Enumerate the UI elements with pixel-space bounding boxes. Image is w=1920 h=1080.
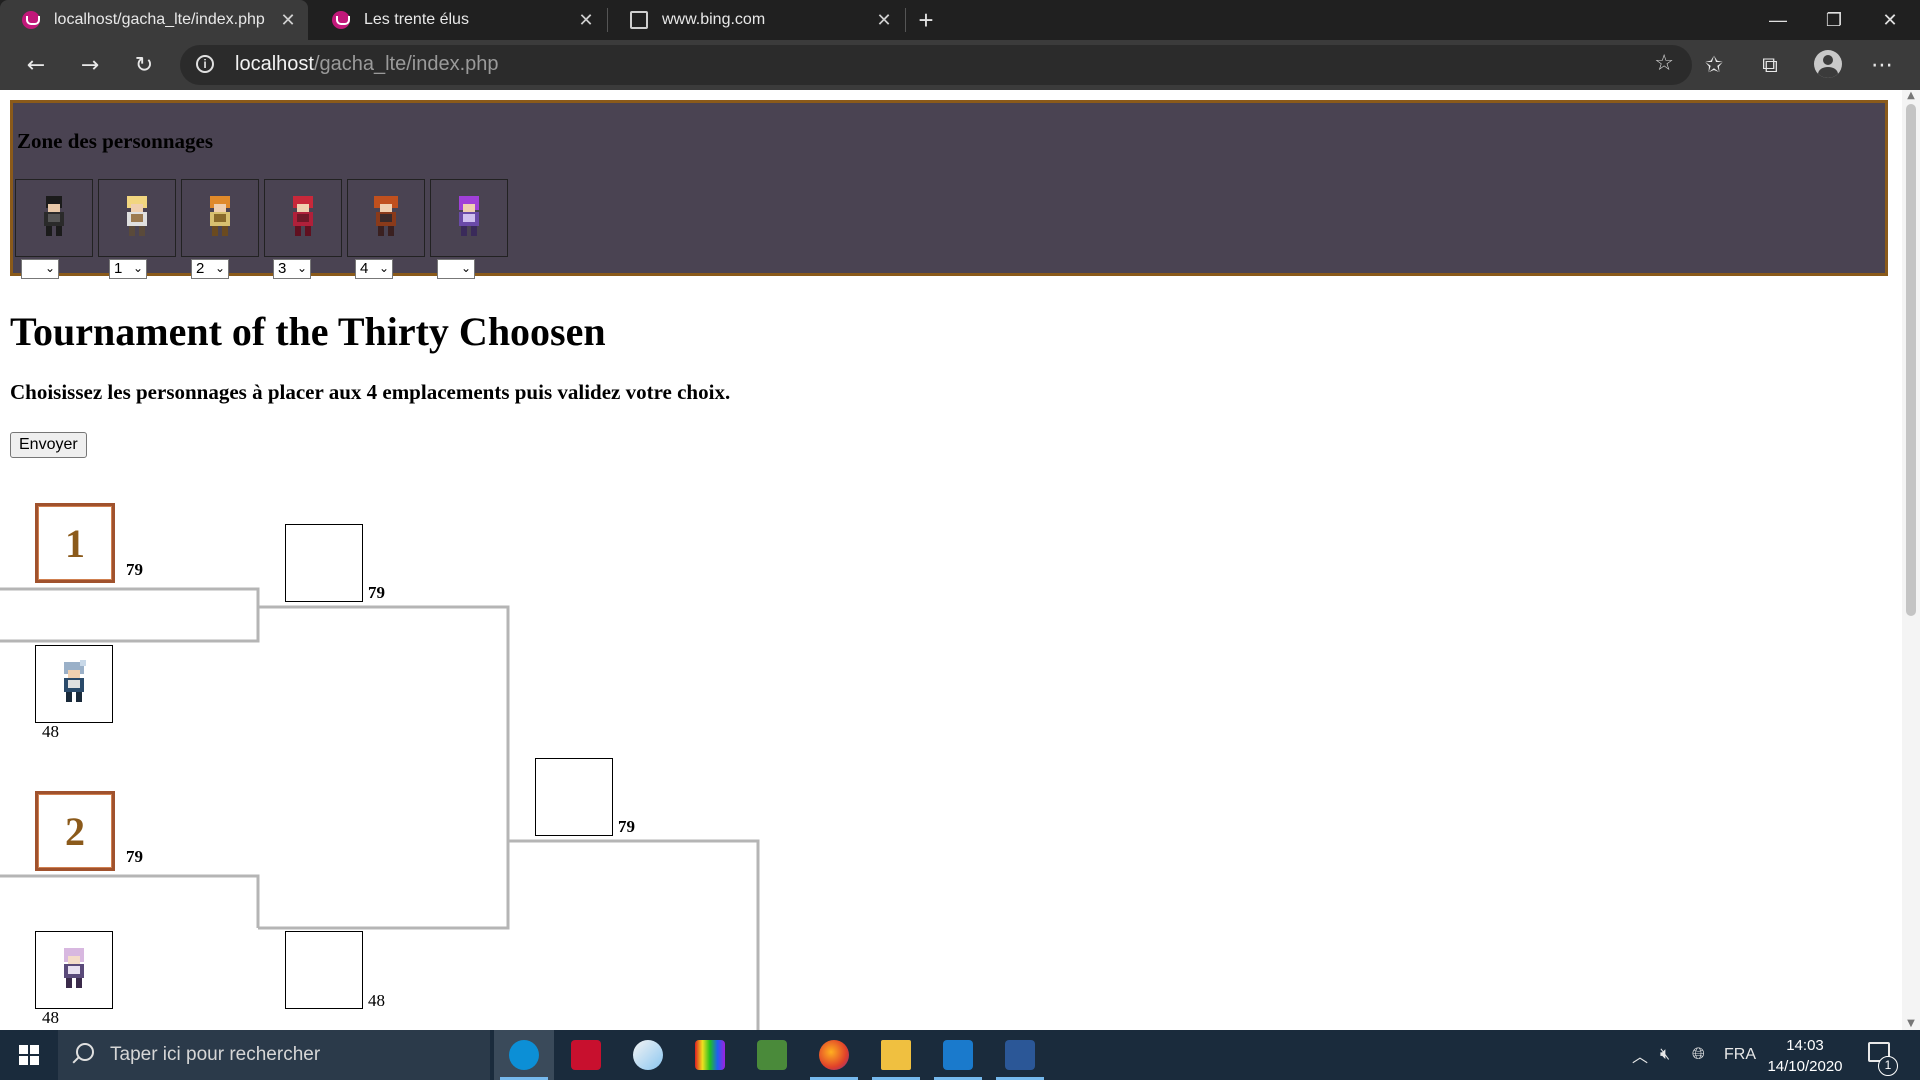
minimize-icon[interactable]: — xyxy=(1750,0,1806,40)
new-tab-plus-icon[interactable]: + xyxy=(914,0,938,40)
taskbar-file-explorer[interactable] xyxy=(866,1030,926,1080)
round3-slot-1[interactable] xyxy=(535,758,613,836)
show-hidden-icons-chevron-up-icon[interactable]: ︿ xyxy=(1632,1030,1648,1080)
round2-slot-1-score: 79 xyxy=(368,583,385,602)
opponent-2-score: 48 xyxy=(42,1008,59,1027)
folder-icon xyxy=(881,1040,911,1070)
restore-icon[interactable]: ❐ xyxy=(1806,0,1862,40)
tab-bar: localhost/gacha_lte/index.php ✕ Les tren… xyxy=(0,0,1920,40)
tab-gacha-index[interactable]: localhost/gacha_lte/index.php ✕ xyxy=(0,0,308,40)
tab-divider xyxy=(905,8,906,32)
page-viewport: Zone des personnages ⌄ 1 ⌄ 2 ⌄ 3 ⌄ 4 ⌄ ⌄… xyxy=(0,90,1902,1030)
edge-icon xyxy=(509,1040,539,1070)
site-favicon-icon xyxy=(332,11,350,29)
window-close-icon[interactable]: ✕ xyxy=(1862,0,1918,40)
site-info-icon[interactable]: i xyxy=(196,55,214,73)
opponent-1-portrait[interactable] xyxy=(35,645,113,723)
taskbar-search-box[interactable]: Taper ici pour rechercher xyxy=(58,1030,490,1080)
close-icon[interactable]: ✕ xyxy=(874,10,894,31)
input-language[interactable]: FRA xyxy=(1724,1030,1756,1080)
character-sprite-silver-ninja xyxy=(64,660,86,702)
back-arrow-icon[interactable]: ← xyxy=(16,40,56,90)
address-url[interactable]: localhost/gacha_lte/index.php xyxy=(235,53,499,76)
bracket-line-final xyxy=(508,839,760,1030)
search-icon xyxy=(76,1043,94,1061)
taskbar-word[interactable] xyxy=(990,1030,1050,1080)
taskbar-edge[interactable] xyxy=(494,1030,554,1080)
site-favicon-icon xyxy=(22,11,40,29)
url-path: /gacha_lte/index.php xyxy=(313,53,499,75)
collections-icon[interactable]: ⧉ xyxy=(1750,40,1790,90)
seed-1-slot[interactable]: 1 xyxy=(35,503,115,583)
seed-1-label: 1 xyxy=(65,520,85,566)
close-icon[interactable]: ✕ xyxy=(278,10,298,31)
clock-time: 14:03 xyxy=(1786,1037,1824,1054)
url-host: localhost xyxy=(235,53,314,75)
round2-slot-1[interactable] xyxy=(285,524,363,602)
seed-2-label: 2 xyxy=(65,808,85,854)
clock-date: 14/10/2020 xyxy=(1767,1058,1843,1075)
search-placeholder: Taper ici pour rechercher xyxy=(110,1044,321,1065)
taskbar-color-app[interactable] xyxy=(680,1030,740,1080)
seed-1-score: 79 xyxy=(126,560,143,579)
network-globe-icon[interactable]: 🌐︎ xyxy=(1692,1030,1705,1080)
refresh-icon[interactable]: ↻ xyxy=(124,40,164,90)
more-options-icon[interactable]: ⋯ xyxy=(1862,40,1902,90)
taskbar-firefox[interactable] xyxy=(804,1030,864,1080)
navigation-bar: ← → ↻ i localhost/gacha_lte/index.php ☆ … xyxy=(0,40,1920,90)
round2-slot-2[interactable] xyxy=(285,931,363,1009)
forward-arrow-icon[interactable]: → xyxy=(70,40,110,90)
notification-count-badge: 1 xyxy=(1878,1056,1898,1076)
start-button[interactable] xyxy=(0,1030,58,1080)
address-bar[interactable]: i localhost/gacha_lte/index.php ☆ xyxy=(180,45,1692,85)
bracket-line-match-1 xyxy=(0,587,260,643)
windows-taskbar: Taper ici pour rechercher ︿ 🔇︎ 🌐︎ FRA 14… xyxy=(0,1030,1920,1080)
favorite-star-icon[interactable]: ☆ xyxy=(1654,51,1674,76)
tab-bing[interactable]: www.bing.com ✕ xyxy=(608,0,904,40)
taskbar-vscode[interactable] xyxy=(928,1030,988,1080)
round3-slot-1-score: 79 xyxy=(618,817,635,836)
round2-slot-2-score: 48 xyxy=(368,991,385,1010)
word-icon xyxy=(1005,1040,1035,1070)
taskbar-image-editor[interactable] xyxy=(742,1030,802,1080)
tab-title: Les trente élus xyxy=(364,11,469,28)
color-picker-icon xyxy=(695,1040,725,1070)
character-sprite-lilac-girl xyxy=(64,948,84,988)
vscode-icon xyxy=(943,1040,973,1070)
page-icon xyxy=(630,11,648,29)
image-editor-icon xyxy=(757,1040,787,1070)
tab-title: www.bing.com xyxy=(662,11,766,28)
scroll-up-icon[interactable]: ▲ xyxy=(1902,90,1920,102)
acrobat-icon xyxy=(571,1040,601,1070)
seed-2-score: 79 xyxy=(126,847,143,866)
favorites-list-icon[interactable]: ✩ xyxy=(1694,40,1734,90)
tab-title: localhost/gacha_lte/index.php xyxy=(54,11,265,28)
taskbar-paint[interactable] xyxy=(618,1030,678,1080)
system-clock[interactable]: 14:03 14/10/2020 xyxy=(1760,1035,1850,1077)
page-scrollbar[interactable]: ▲ ▼ xyxy=(1902,90,1920,1030)
profile-avatar[interactable] xyxy=(1814,50,1842,78)
volume-muted-icon[interactable]: 🔇︎ xyxy=(1660,1030,1670,1080)
windows-logo-icon xyxy=(19,1045,39,1065)
scroll-down-icon[interactable]: ▼ xyxy=(1902,1018,1920,1030)
bracket-line-semifinal xyxy=(258,605,510,930)
opponent-2-portrait[interactable] xyxy=(35,931,113,1009)
opponent-1-score: 48 xyxy=(42,722,59,741)
close-icon[interactable]: ✕ xyxy=(576,10,596,31)
tab-trente-elus[interactable]: Les trente élus ✕ xyxy=(310,0,606,40)
seed-2-slot[interactable]: 2 xyxy=(35,791,115,871)
scrollbar-thumb[interactable] xyxy=(1906,104,1916,616)
firefox-icon xyxy=(819,1040,849,1070)
bracket-line-match-2 xyxy=(0,874,260,928)
paint-palette-icon xyxy=(633,1040,663,1070)
taskbar-acrobat[interactable] xyxy=(556,1030,616,1080)
